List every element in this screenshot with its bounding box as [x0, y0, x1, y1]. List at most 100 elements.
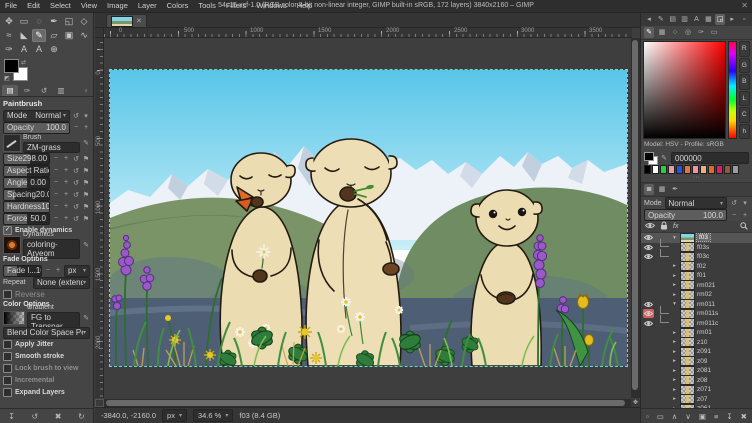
- fade-unit-dropdown[interactable]: px ▾: [64, 265, 90, 277]
- layer-row[interactable]: ▸ rm02: [641, 290, 752, 300]
- expander-icon[interactable]: ▸: [671, 396, 678, 402]
- aspect-ratio-slider[interactable]: Aspect Ratio 0.00: [3, 165, 50, 177]
- option-checkbox[interactable]: Smooth stroke: [3, 351, 90, 361]
- visibility-toggle[interactable]: [643, 347, 654, 356]
- color-tab-rings[interactable]: ◎: [683, 27, 693, 38]
- decrement-button[interactable]: −: [52, 155, 60, 162]
- tool-rectangle-select[interactable]: ▭: [17, 15, 31, 28]
- tool-eraser[interactable]: ▱: [47, 29, 61, 42]
- increment-button[interactable]: +: [62, 203, 70, 210]
- reset-icon[interactable]: ↺: [72, 179, 80, 187]
- visibility-toggle[interactable]: [643, 328, 654, 337]
- decrement-button[interactable]: −: [52, 167, 60, 174]
- mode-dropdown[interactable]: Mode Normal ▾: [3, 110, 70, 122]
- expander-icon[interactable]: ▾: [671, 235, 678, 241]
- visibility-toggle[interactable]: [643, 385, 654, 394]
- fade-length-slider[interactable]: Fade l... 100: [3, 265, 42, 277]
- pin-icon[interactable]: ⚑: [82, 203, 90, 211]
- reverse-checkbox[interactable]: Reverse: [3, 289, 90, 299]
- layer-row[interactable]: rm011c: [641, 319, 752, 329]
- decrement-button[interactable]: −: [52, 203, 60, 210]
- option-checkbox[interactable]: Apply Jitter: [3, 339, 90, 349]
- hex-input[interactable]: 000000: [671, 152, 749, 164]
- mode-reset-icon[interactable]: ↺: [730, 199, 738, 207]
- tool-clone[interactable]: ▣: [62, 29, 76, 42]
- image-tab[interactable]: ✕: [106, 14, 147, 27]
- tab-tool-options[interactable]: ▤: [2, 85, 18, 96]
- visibility-toggle[interactable]: [643, 366, 654, 375]
- increment-button[interactable]: +: [82, 124, 90, 131]
- layer-thumbnail[interactable]: [680, 271, 695, 281]
- visibility-toggle[interactable]: [643, 252, 654, 261]
- gradient-thumbnail[interactable]: [3, 311, 25, 325]
- tool-paintbrush[interactable]: ✎: [32, 29, 46, 42]
- delete-layer-button[interactable]: ✖: [741, 412, 747, 421]
- menu-item[interactable]: Tools: [193, 0, 221, 12]
- eye-icon[interactable]: [645, 222, 655, 231]
- tool-smudge[interactable]: ∿: [77, 29, 91, 42]
- swap-colors-icon[interactable]: ⇄: [21, 59, 26, 66]
- expander-icon[interactable]: ▸: [671, 282, 678, 288]
- brush-edit-icon[interactable]: ✎: [82, 139, 90, 147]
- layer-row[interactable]: ▸ z09: [641, 357, 752, 367]
- visibility-toggle[interactable]: [643, 281, 654, 290]
- increment-button[interactable]: +: [62, 155, 70, 162]
- tool-move[interactable]: ✥: [2, 15, 16, 28]
- tool-crop[interactable]: ◱: [62, 15, 76, 28]
- dock-tab-patterns[interactable]: ▦: [703, 14, 713, 25]
- channel-button[interactable]: R: [739, 41, 750, 57]
- palette-swatch[interactable]: [732, 165, 739, 174]
- raise-layer-button[interactable]: ∧: [672, 412, 678, 421]
- layer-row[interactable]: f03s: [641, 243, 752, 253]
- duplicate-layer-button[interactable]: ▣: [699, 412, 706, 421]
- layer-thumbnail[interactable]: [680, 366, 695, 376]
- palette-swatch[interactable]: [716, 165, 723, 174]
- dock-tab-active[interactable]: ◲: [715, 14, 725, 25]
- layer-thumbnail[interactable]: [680, 299, 695, 309]
- pin-icon[interactable]: ⚑: [82, 155, 90, 163]
- channel-button[interactable]: L: [739, 91, 750, 107]
- tool-ink[interactable]: ✑: [2, 43, 16, 56]
- color-tab-brush[interactable]: ✎: [644, 27, 654, 38]
- decrement-button[interactable]: −: [44, 267, 52, 274]
- layer-thumbnail[interactable]: [680, 290, 695, 300]
- restore-preset-button[interactable]: ↺: [32, 412, 39, 421]
- reset-icon[interactable]: ↺: [72, 191, 80, 199]
- lower-layer-button[interactable]: ∨: [685, 412, 691, 421]
- canvas-image[interactable]: [110, 70, 627, 366]
- layer-row[interactable]: ▸ z071: [641, 385, 752, 395]
- layer-row[interactable]: ▸ z091: [641, 347, 752, 357]
- layer-row[interactable]: ▸ z081: [641, 366, 752, 376]
- brush-thumbnail[interactable]: [3, 134, 21, 152]
- increment-button[interactable]: +: [62, 215, 70, 222]
- default-colors-icon[interactable]: ◩: [4, 75, 10, 82]
- expander-icon[interactable]: ▸: [671, 339, 678, 345]
- expander-icon[interactable]: ▸: [671, 377, 678, 383]
- option-checkbox[interactable]: Incremental: [3, 375, 90, 385]
- reset-icon[interactable]: ↺: [72, 167, 80, 175]
- size-slider[interactable]: Size 298.00: [3, 153, 50, 165]
- tool-text-edit[interactable]: A: [32, 43, 46, 56]
- menu-item[interactable]: Colors: [162, 0, 194, 12]
- mini-fg-bg-swatches[interactable]: [644, 152, 657, 164]
- layer-thumbnail[interactable]: [680, 375, 695, 385]
- new-group-button[interactable]: ▭: [657, 412, 664, 421]
- vertical-scrollbar[interactable]: [631, 38, 640, 398]
- channel-button[interactable]: C: [739, 107, 750, 123]
- dock-scroll-left[interactable]: ◂: [644, 14, 654, 25]
- expander-icon[interactable]: ▸: [671, 358, 678, 364]
- tab-device-status[interactable]: ✑: [19, 85, 35, 96]
- visibility-toggle[interactable]: [643, 290, 654, 299]
- visibility-toggle[interactable]: [643, 262, 654, 271]
- palette-swatch[interactable]: [644, 165, 651, 174]
- ruler-corner[interactable]: [95, 28, 104, 38]
- layer-row[interactable]: ▾ f03: [641, 233, 752, 243]
- palette-swatch[interactable]: [724, 165, 731, 174]
- brush-name-field[interactable]: ZM-grass: [23, 142, 80, 153]
- channel-button[interactable]: h: [739, 124, 750, 140]
- expander-icon[interactable]: ▸: [671, 387, 678, 393]
- decrement-button[interactable]: −: [52, 215, 60, 222]
- reset-icon[interactable]: ↺: [72, 215, 80, 223]
- hardness-slider[interactable]: Hardness 100.0: [3, 201, 50, 213]
- tab-images[interactable]: ▥: [53, 85, 69, 96]
